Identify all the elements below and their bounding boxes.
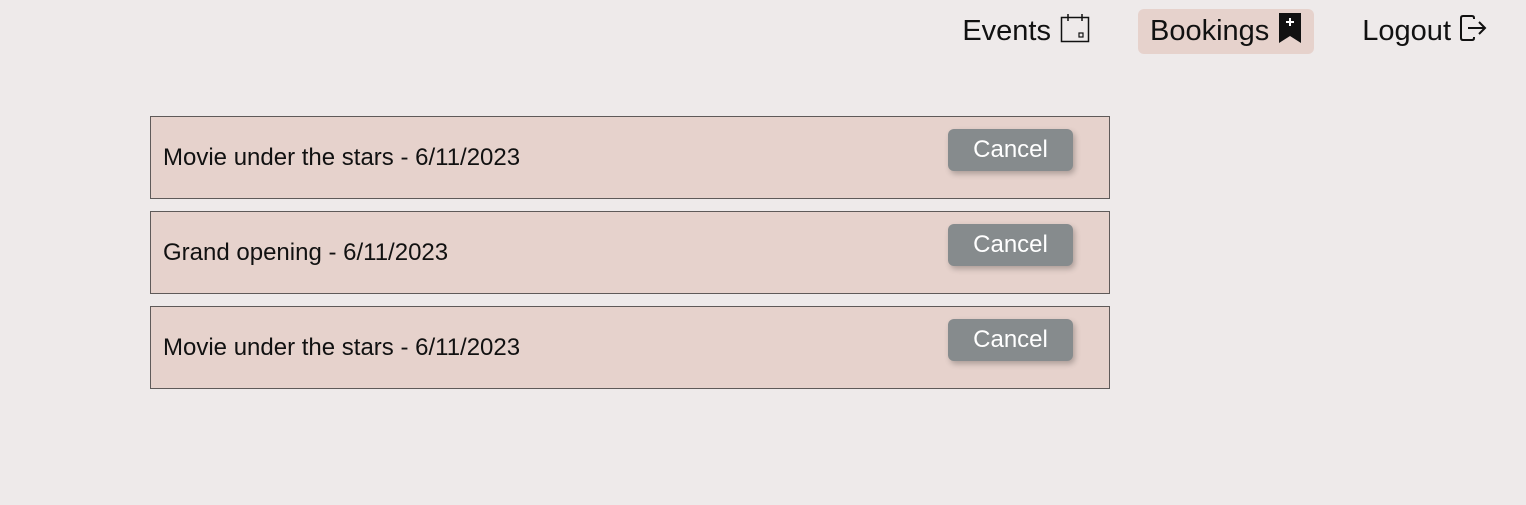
nav-item-label: Bookings [1149,15,1270,47]
nav-item-logout[interactable]: Logout [1350,9,1500,54]
cancel-button[interactable]: Cancel [948,129,1073,171]
booking-title: Movie under the stars - 6/11/2023 [163,144,521,171]
booking-title: Movie under the stars - 6/11/2023 [163,334,521,361]
cancel-button[interactable]: Cancel [948,224,1073,266]
booking-item: Grand opening - 6/11/2023 Cancel [150,211,1110,294]
nav-item-events[interactable]: Events [950,9,1102,54]
booking-title: Grand opening - 6/11/2023 [163,239,449,266]
calendar-icon [1060,13,1090,43]
nav-item-label: Logout [1362,15,1451,47]
main-nav: Events Bookings Logout [950,9,1500,54]
bookmark-plus-icon [1278,12,1302,44]
bookings-list: Movie under the stars - 6/11/2023 Cancel… [150,116,1110,401]
booking-item: Movie under the stars - 6/11/2023 Cancel [150,306,1110,389]
booking-item: Movie under the stars - 6/11/2023 Cancel [150,116,1110,199]
logout-icon [1460,14,1488,41]
cancel-button[interactable]: Cancel [948,319,1073,361]
nav-item-bookings[interactable]: Bookings [1137,9,1315,54]
nav-item-label: Events [962,15,1051,47]
